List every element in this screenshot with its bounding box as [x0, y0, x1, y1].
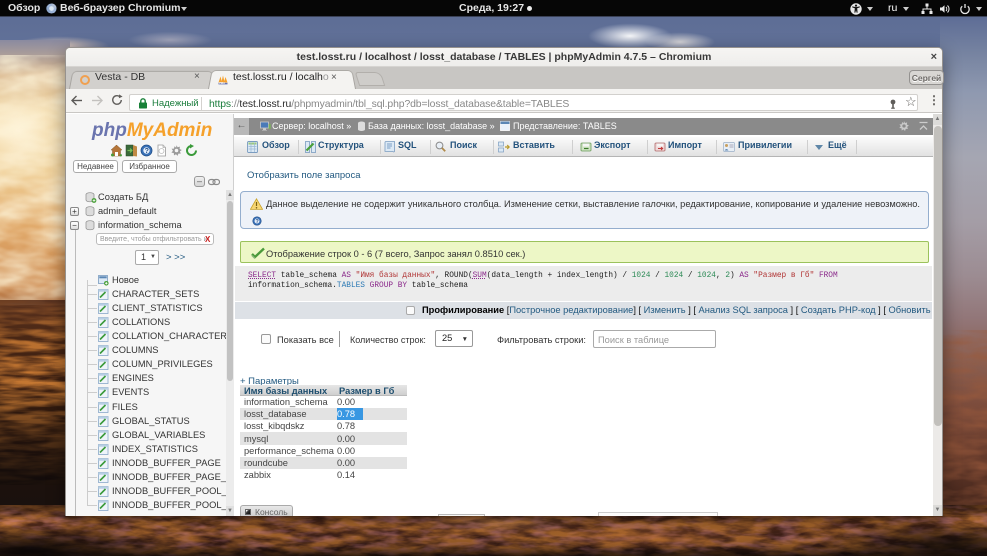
svg-text:PMA: PMA: [219, 81, 225, 85]
svg-text:?: ?: [256, 219, 259, 225]
svg-text:?: ?: [145, 148, 149, 155]
